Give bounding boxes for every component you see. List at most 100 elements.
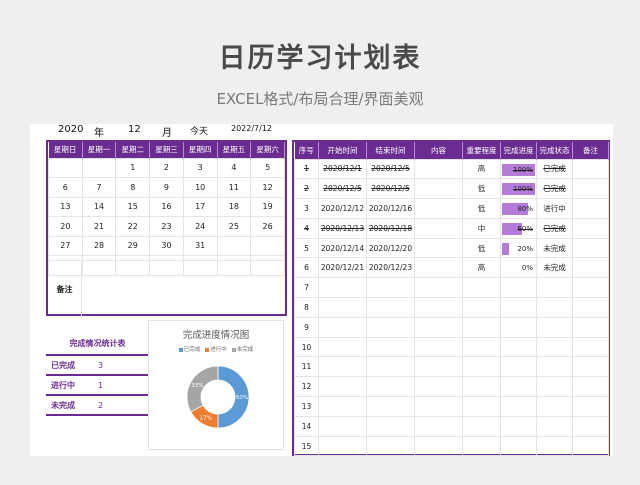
- task-cell-progress[interactable]: [500, 396, 537, 417]
- calendar-day[interactable]: 18: [216, 196, 252, 217]
- task-cell-progress[interactable]: 100%: [500, 158, 537, 180]
- task-cell-priority[interactable]: 中: [462, 217, 501, 239]
- task-cell-end[interactable]: [366, 316, 415, 338]
- task-cell-note[interactable]: [572, 198, 609, 219]
- task-cell-progress[interactable]: 0%: [500, 257, 537, 279]
- task-cell-note[interactable]: [572, 435, 609, 457]
- task-cell-status[interactable]: [536, 277, 573, 299]
- calendar-day[interactable]: 31: [182, 235, 218, 256]
- calendar-day[interactable]: 3: [182, 157, 218, 178]
- calendar-day[interactable]: 23: [149, 216, 184, 237]
- task-cell-no[interactable]: 2: [294, 178, 319, 200]
- task-cell-no[interactable]: 8: [294, 297, 319, 318]
- task-cell-priority[interactable]: [462, 316, 501, 338]
- task-cell-note[interactable]: [572, 316, 609, 338]
- calendar-day[interactable]: 30: [149, 235, 184, 256]
- task-cell-priority[interactable]: 高: [462, 257, 501, 279]
- task-cell-end[interactable]: 2020/12/5: [366, 158, 415, 180]
- task-cell-priority[interactable]: [462, 277, 501, 299]
- task-cell-progress[interactable]: [500, 277, 537, 299]
- task-cell-priority[interactable]: 高: [462, 158, 501, 180]
- task-cell-progress[interactable]: [500, 316, 537, 338]
- task-cell-progress[interactable]: [500, 376, 537, 398]
- month-value[interactable]: 12: [128, 124, 141, 135]
- task-cell-status[interactable]: 已完成: [536, 217, 573, 239]
- task-cell-end[interactable]: [366, 277, 415, 299]
- calendar-note-row[interactable]: 备注: [48, 260, 285, 317]
- task-cell-note[interactable]: [572, 336, 609, 358]
- task-cell-no[interactable]: 12: [294, 376, 319, 398]
- task-cell-note[interactable]: [572, 396, 609, 417]
- calendar-day[interactable]: 10: [182, 177, 218, 198]
- task-cell-no[interactable]: 15: [294, 435, 319, 457]
- task-cell-note[interactable]: [572, 237, 609, 259]
- task-cell-progress[interactable]: [500, 336, 537, 358]
- calendar-day[interactable]: 28: [81, 235, 117, 256]
- task-cell-content[interactable]: [414, 158, 463, 180]
- calendar-day[interactable]: 9: [149, 177, 184, 198]
- calendar-day[interactable]: 11: [216, 177, 252, 198]
- task-cell-priority[interactable]: 低: [462, 198, 501, 219]
- task-cell-content[interactable]: [414, 198, 463, 219]
- task-cell-content[interactable]: [414, 396, 463, 417]
- task-cell-end[interactable]: [366, 396, 415, 417]
- task-cell-note[interactable]: [572, 376, 609, 398]
- task-cell-status[interactable]: 进行中: [536, 198, 573, 219]
- task-cell-progress[interactable]: [500, 297, 537, 318]
- task-cell-content[interactable]: [414, 217, 463, 239]
- task-cell-no[interactable]: 11: [294, 356, 319, 378]
- task-cell-progress[interactable]: 80%: [500, 198, 537, 219]
- calendar-day[interactable]: 22: [115, 216, 151, 237]
- task-cell-end[interactable]: [366, 356, 415, 378]
- task-cell-no[interactable]: 10: [294, 336, 319, 358]
- task-cell-status[interactable]: 未完成: [536, 257, 573, 279]
- calendar-day[interactable]: 2: [149, 157, 184, 178]
- task-cell-end[interactable]: [366, 336, 415, 358]
- task-cell-start[interactable]: [318, 316, 367, 338]
- calendar-day[interactable]: 13: [48, 196, 83, 217]
- task-cell-status[interactable]: 未完成: [536, 237, 573, 259]
- task-cell-end[interactable]: [366, 376, 415, 398]
- task-cell-status[interactable]: [536, 316, 573, 338]
- year-value[interactable]: 2020: [58, 124, 83, 135]
- task-cell-status[interactable]: [536, 336, 573, 358]
- task-cell-end[interactable]: 2020/12/5: [366, 178, 415, 200]
- task-cell-content[interactable]: [414, 356, 463, 378]
- task-cell-content[interactable]: [414, 257, 463, 279]
- task-cell-priority[interactable]: 低: [462, 237, 501, 259]
- calendar-day[interactable]: 29: [115, 235, 151, 256]
- task-cell-status[interactable]: [536, 396, 573, 417]
- task-cell-status[interactable]: [536, 376, 573, 398]
- calendar-day[interactable]: 20: [48, 216, 83, 237]
- task-cell-no[interactable]: 4: [294, 217, 319, 239]
- calendar-day[interactable]: [48, 157, 83, 178]
- task-cell-priority[interactable]: 低: [462, 178, 501, 200]
- task-cell-start[interactable]: [318, 297, 367, 318]
- task-cell-progress[interactable]: 100%: [500, 178, 537, 200]
- calendar-day[interactable]: 15: [115, 196, 151, 217]
- task-cell-end[interactable]: 2020/12/20: [366, 237, 415, 259]
- calendar-day[interactable]: 4: [216, 157, 252, 178]
- calendar-day[interactable]: 19: [250, 196, 285, 217]
- task-cell-start[interactable]: 2020/12/13: [318, 217, 367, 239]
- task-cell-note[interactable]: [572, 356, 609, 378]
- task-cell-status[interactable]: 已完成: [536, 158, 573, 180]
- task-cell-note[interactable]: [572, 178, 609, 200]
- calendar-day[interactable]: 21: [81, 216, 117, 237]
- task-cell-content[interactable]: [414, 316, 463, 338]
- task-cell-start[interactable]: 2020/12/5: [318, 178, 367, 200]
- task-cell-priority[interactable]: [462, 396, 501, 417]
- calendar-day[interactable]: [250, 235, 285, 256]
- task-cell-no[interactable]: 1: [294, 158, 319, 180]
- task-cell-content[interactable]: [414, 435, 463, 457]
- task-cell-start[interactable]: [318, 376, 367, 398]
- task-cell-status[interactable]: [536, 297, 573, 318]
- task-cell-start[interactable]: 2020/12/14: [318, 237, 367, 259]
- task-cell-priority[interactable]: [462, 376, 501, 398]
- task-cell-note[interactable]: [572, 297, 609, 318]
- calendar-day[interactable]: 5: [250, 157, 285, 178]
- task-cell-content[interactable]: [414, 415, 463, 437]
- task-cell-progress[interactable]: 60%: [500, 217, 537, 239]
- calendar-day[interactable]: [216, 235, 252, 256]
- calendar-day[interactable]: 25: [216, 216, 252, 237]
